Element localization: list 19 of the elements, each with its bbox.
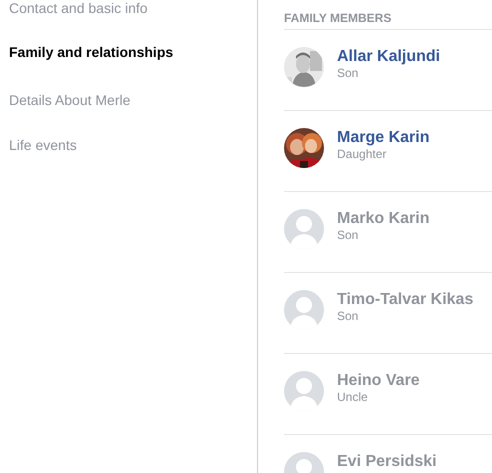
avatar-silhouette-icon[interactable] [284,209,324,249]
sidebar-item[interactable]: Family and relationships [0,44,257,61]
avatar-silhouette-icon[interactable] [284,371,324,411]
section-title: FAMILY MEMBERS [284,11,392,25]
sidebar-item[interactable]: Contact and basic info [0,0,257,17]
member-name[interactable]: Marge Karin [337,128,430,147]
relation-label: Son [337,66,360,81]
relation-label: Daughter [337,147,388,162]
sidebar-item[interactable]: Details About Merle [0,92,257,109]
avatar-silhouette-icon[interactable] [284,290,324,330]
relation-label: Son [337,309,360,324]
sidebar-item[interactable]: Life events [0,137,257,154]
relation-label: Uncle [337,390,369,405]
relation-label: Son [337,228,360,243]
member-name[interactable]: Evi Persidski [337,452,437,471]
member-name[interactable]: Timo-Talvar Kikas [337,290,474,309]
member-name[interactable]: Allar Kaljundi [337,47,440,66]
member-name[interactable]: Heino Vare [337,371,420,390]
member-name[interactable]: Marko Karin [337,209,430,228]
